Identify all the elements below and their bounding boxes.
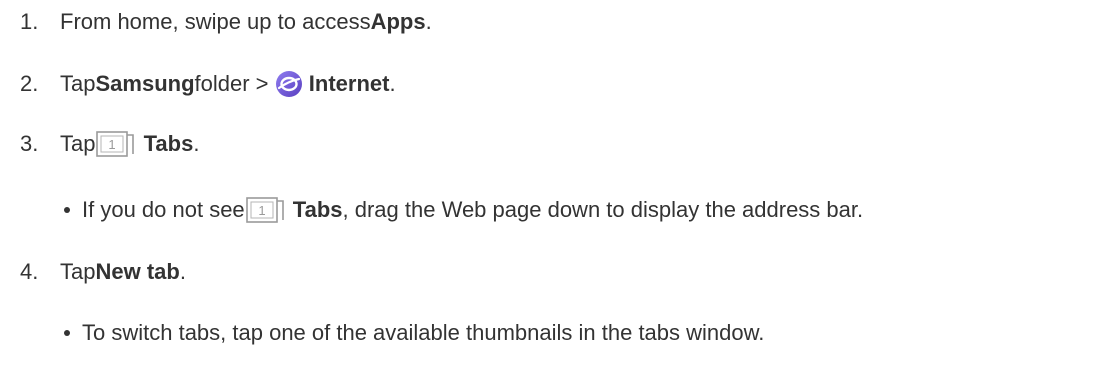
- tabs-icon: 1: [95, 129, 137, 159]
- note-text: If you do not see: [82, 197, 245, 222]
- step-4-note: To switch tabs, tap one of the available…: [60, 318, 764, 348]
- step-term-new-tab: New tab: [95, 259, 180, 284]
- tabs-icon: 1: [245, 195, 287, 225]
- step-term-tabs: Tabs: [143, 131, 194, 156]
- step-number: 4.: [20, 259, 39, 284]
- bullet-dot: [64, 207, 70, 213]
- step-number: 1.: [20, 9, 39, 34]
- step-punct: .: [179, 259, 186, 284]
- step-term-internet: Internet: [308, 71, 390, 96]
- step-punct: .: [425, 9, 432, 34]
- bullet-dot: [64, 330, 70, 336]
- step-text: Tap: [60, 131, 96, 156]
- step-text: Tap: [60, 71, 96, 96]
- step-punct: .: [193, 131, 200, 156]
- step-punct: .: [389, 71, 396, 96]
- instructions-document: 1. From home, swipe up to access Apps . …: [0, 0, 1100, 378]
- step-term-apps: Apps: [370, 9, 426, 34]
- step-term-samsung: Samsung: [95, 71, 195, 96]
- step-1: 1. From home, swipe up to access Apps .: [20, 7, 432, 37]
- tab-count-label: 1: [109, 137, 116, 152]
- tab-count-label: 1: [258, 203, 265, 218]
- step-text: From home, swipe up to access: [60, 9, 371, 34]
- note-term-tabs: Tabs: [292, 197, 343, 222]
- step-text: folder >: [194, 71, 269, 96]
- step-text: Tap: [60, 259, 96, 284]
- step-number: 3.: [20, 131, 39, 156]
- samsung-internet-icon: [275, 70, 303, 98]
- note-text: To switch tabs, tap one of the available…: [82, 320, 765, 345]
- note-text: , drag the Web page down to display the …: [342, 197, 864, 222]
- step-2: 2. Tap Samsung folder > Internet .: [20, 69, 396, 99]
- step-number: 2.: [20, 71, 39, 96]
- step-3-note: If you do not see 1 Tabs , drag the Web …: [60, 195, 863, 225]
- step-3: 3. Tap 1 Tabs .: [20, 129, 199, 159]
- step-4: 4. Tap New tab .: [20, 257, 186, 287]
